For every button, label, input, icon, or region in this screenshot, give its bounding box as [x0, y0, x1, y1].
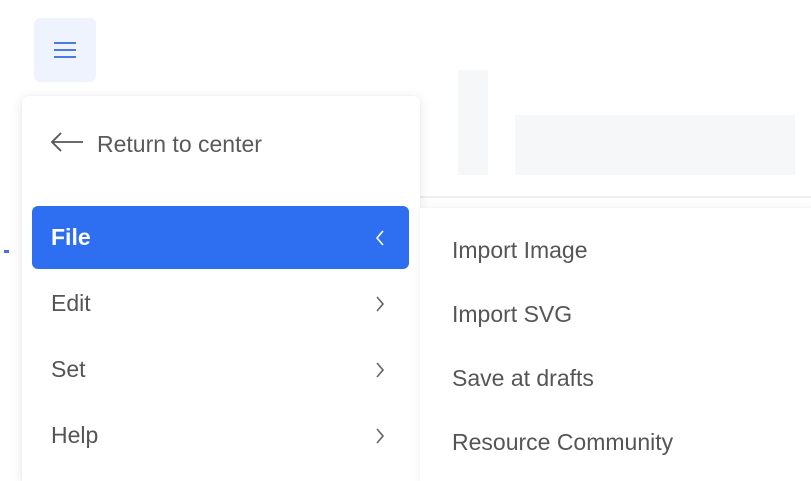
menu-item-file[interactable]: File	[32, 206, 409, 269]
background-accent-marker	[4, 250, 9, 253]
submenu-item-label: Save at drafts	[452, 364, 594, 391]
background-divider	[420, 196, 811, 198]
menu-item-label: Set	[51, 356, 86, 382]
return-to-center-button[interactable]: Return to center	[22, 120, 420, 168]
menu-item-set[interactable]: Set	[32, 338, 409, 401]
menu-item-help[interactable]: Help	[32, 404, 409, 467]
editor-canvas: Return to center File Edit Set Help Impo…	[0, 0, 811, 481]
submenu-item-import-image[interactable]: Import Image	[452, 230, 588, 270]
background-panel	[515, 115, 795, 175]
chevron-left-icon	[375, 229, 385, 246]
menu-item-label: Help	[51, 422, 99, 448]
chevron-right-icon	[375, 295, 385, 312]
main-menu: Return to center File Edit Set Help	[22, 96, 420, 481]
menu-toggle-button[interactable]	[34, 18, 96, 82]
arrow-left-icon	[50, 131, 97, 158]
chevron-right-icon	[375, 361, 385, 378]
menu-item-edit[interactable]: Edit	[32, 272, 409, 335]
submenu-item-label: Import SVG	[452, 300, 573, 327]
submenu-item-label: Resource Community	[452, 428, 674, 455]
submenu-item-resource-community[interactable]: Resource Community	[452, 422, 673, 462]
hamburger-icon	[54, 41, 76, 59]
submenu-item-label: Import Image	[452, 236, 588, 263]
menu-item-label: Edit	[51, 290, 91, 316]
submenu-item-save-at-drafts[interactable]: Save at drafts	[452, 358, 594, 398]
return-label: Return to center	[97, 130, 262, 157]
chevron-right-icon	[375, 427, 385, 444]
submenu-item-import-svg[interactable]: Import SVG	[452, 294, 572, 334]
file-submenu: Import Image Import SVG Save at drafts R…	[420, 208, 811, 481]
background-panel	[458, 70, 488, 175]
menu-item-label: File	[51, 224, 91, 250]
